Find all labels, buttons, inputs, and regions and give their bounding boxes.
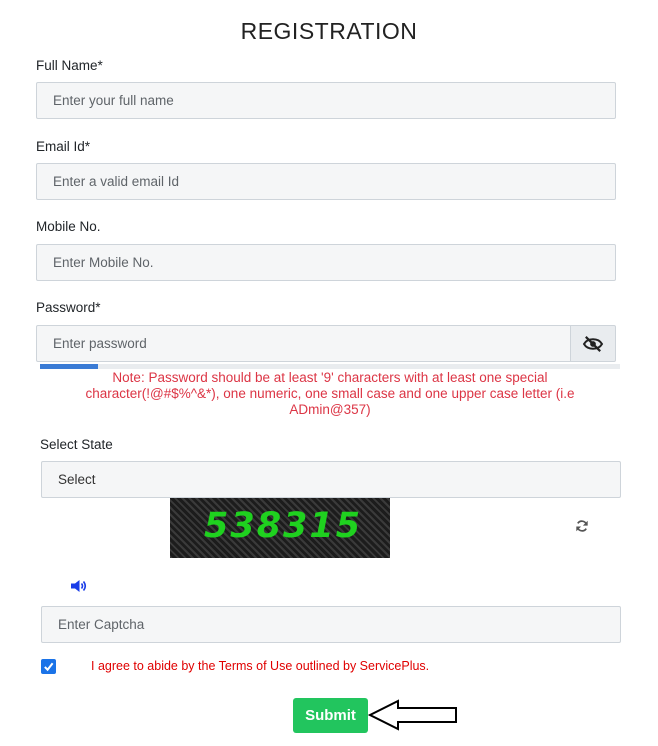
mobile-label-text: Mobile No. xyxy=(36,219,101,234)
password-input[interactable] xyxy=(36,325,571,362)
speaker-icon[interactable] xyxy=(70,579,88,593)
captcha-image-text: 538315 xyxy=(204,506,363,546)
state-select[interactable]: Select xyxy=(41,461,621,498)
checkmark-icon xyxy=(44,662,54,672)
captcha-image: 538315 xyxy=(170,498,390,558)
full-name-label-text: Full Name xyxy=(36,58,98,73)
required-mark: * xyxy=(95,300,101,315)
mobile-input[interactable] xyxy=(36,244,616,281)
refresh-icon[interactable] xyxy=(575,519,589,533)
password-visibility-toggle[interactable] xyxy=(570,325,616,362)
state-label: Select State xyxy=(40,437,113,452)
captcha-input[interactable] xyxy=(41,606,621,643)
password-note: Note: Password should be at least '9' ch… xyxy=(85,370,575,417)
password-label: Password* xyxy=(36,300,101,315)
full-name-label: Full Name* xyxy=(36,58,103,73)
password-strength-fill xyxy=(40,364,98,369)
email-label: Email Id* xyxy=(36,139,90,154)
terms-text: I agree to abide by the Terms of Use out… xyxy=(91,659,430,673)
email-label-text: Email Id xyxy=(36,139,85,154)
password-label-text: Password xyxy=(36,300,96,315)
password-strength-meter xyxy=(40,364,620,369)
required-mark: * xyxy=(84,139,91,154)
page-title: REGISTRATION xyxy=(240,18,418,44)
mobile-label: Mobile No. xyxy=(36,219,101,234)
email-input[interactable] xyxy=(36,163,616,200)
state-select-value: Select xyxy=(58,472,96,487)
terms-checkbox[interactable] xyxy=(41,659,56,674)
required-mark: * xyxy=(97,58,103,73)
arrow-annotation-icon xyxy=(368,699,457,731)
submit-button[interactable]: Submit xyxy=(293,698,368,733)
eye-slash-icon xyxy=(582,335,604,352)
full-name-input[interactable] xyxy=(36,82,616,119)
